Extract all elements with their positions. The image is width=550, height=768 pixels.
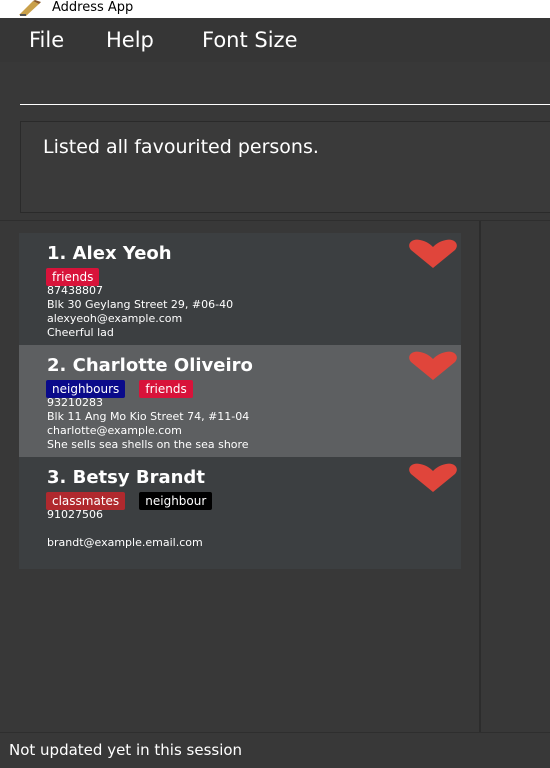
tag-list: classmates neighbour	[46, 490, 221, 510]
person-name: 3. Betsy Brandt	[47, 467, 205, 488]
person-card[interactable]: 2. Charlotte Oliveiro neighbours friends…	[19, 345, 461, 457]
window-title: Address App	[52, 0, 134, 15]
status-text: Not updated yet in this session	[9, 741, 243, 759]
command-box	[0, 62, 550, 114]
tag-list: friends	[46, 266, 108, 286]
person-phone: 91027506	[47, 508, 103, 521]
result-display: Listed all favourited persons.	[0, 114, 550, 220]
title-bar: Address App	[0, 0, 550, 18]
heart-icon[interactable]	[408, 351, 458, 381]
person-remark: Cheerful lad	[47, 326, 114, 339]
result-text-area[interactable]: Listed all favourited persons.	[20, 121, 550, 213]
person-email: brandt@example.email.com	[47, 536, 203, 549]
person-email: charlotte@example.com	[47, 424, 182, 437]
person-email: alexyeoh@example.com	[47, 312, 183, 325]
result-message: Listed all favourited persons.	[43, 136, 319, 158]
person-card[interactable]: 3. Betsy Brandt classmates neighbour 910…	[19, 457, 461, 569]
person-name: 2. Charlotte Oliveiro	[47, 355, 253, 376]
person-address: Blk 11 Ang Mo Kio Street 74, #11-04	[47, 410, 250, 423]
menu-file[interactable]: File	[29, 28, 64, 52]
heart-icon[interactable]	[408, 239, 458, 269]
command-input[interactable]	[20, 76, 550, 105]
tag: friends	[139, 380, 193, 398]
person-card[interactable]: 1. Alex Yeoh friends 87438807 Blk 30 Gey…	[19, 233, 461, 345]
address-book-icon	[19, 0, 41, 16]
tag-list: neighbours friends	[46, 378, 202, 398]
person-name: 1. Alex Yeoh	[47, 243, 172, 264]
person-address: Blk 30 Geylang Street 29, #06-40	[47, 298, 234, 311]
panel-divider[interactable]	[479, 221, 481, 733]
menu-bar: File Help Font Size	[0, 18, 550, 62]
menu-font-size[interactable]: Font Size	[202, 28, 298, 52]
person-phone: 93210283	[47, 396, 103, 409]
tag: neighbour	[139, 492, 213, 510]
status-bar: Not updated yet in this session	[0, 732, 550, 768]
heart-icon[interactable]	[408, 463, 458, 493]
person-remark: She sells sea shells on the sea shore	[47, 438, 249, 451]
menu-help[interactable]: Help	[106, 28, 154, 52]
person-list: 1. Alex Yeoh friends 87438807 Blk 30 Gey…	[19, 233, 461, 569]
person-list-panel: 1. Alex Yeoh friends 87438807 Blk 30 Gey…	[0, 220, 550, 733]
person-phone: 87438807	[47, 284, 103, 297]
